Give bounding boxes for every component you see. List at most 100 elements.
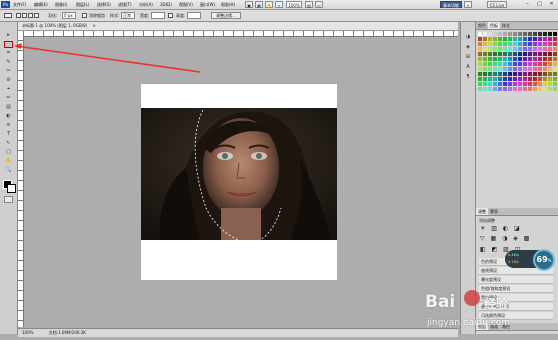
- color-swatch[interactable]: [498, 87, 502, 91]
- color-swatch[interactable]: [528, 67, 532, 71]
- tab-masks[interactable]: 蒙版: [488, 208, 500, 215]
- color-swatch[interactable]: [508, 57, 512, 61]
- color-swatch[interactable]: [493, 47, 497, 51]
- color-swatch[interactable]: [553, 67, 557, 71]
- menu-file[interactable]: 文件(F): [13, 1, 26, 8]
- color-swatch[interactable]: [488, 72, 492, 76]
- color-swatch[interactable]: [548, 77, 552, 81]
- antialias-checkbox[interactable]: [82, 13, 87, 18]
- color-swatch[interactable]: [548, 67, 552, 71]
- refine-edge-button[interactable]: 调整边缘...: [211, 12, 241, 19]
- color-swatch[interactable]: [533, 67, 537, 71]
- tool-preset-picker[interactable]: [4, 13, 12, 18]
- color-swatch[interactable]: [498, 82, 502, 86]
- menu-window[interactable]: 窗口(W): [200, 1, 215, 8]
- color-swatch[interactable]: [498, 32, 502, 36]
- color-swatch[interactable]: [483, 42, 487, 46]
- color-swatch[interactable]: [553, 87, 557, 91]
- color-swatch[interactable]: [523, 72, 527, 76]
- color-swatch[interactable]: [503, 42, 507, 46]
- menu-filter[interactable]: 滤镜(T): [118, 1, 132, 8]
- workspace-menu-icon[interactable]: »: [464, 1, 472, 8]
- color-swatch[interactable]: [498, 62, 502, 66]
- color-swatch[interactable]: [508, 67, 512, 71]
- color-swatch[interactable]: [478, 82, 482, 86]
- color-swatch[interactable]: [488, 82, 492, 86]
- color-swatch[interactable]: [548, 87, 552, 91]
- color-swatch[interactable]: [553, 32, 557, 36]
- color-swatch[interactable]: [548, 32, 552, 36]
- height-input[interactable]: [187, 12, 201, 19]
- clone-stamp-tool-icon[interactable]: ▤: [4, 104, 13, 111]
- path-selection-tool-icon[interactable]: ↖: [4, 140, 13, 147]
- color-swatch[interactable]: [508, 32, 512, 36]
- zoom-level-select[interactable]: 100%: [286, 1, 302, 8]
- hand-tool-icon[interactable]: ✋: [265, 1, 273, 8]
- color-swatch[interactable]: [543, 87, 547, 91]
- color-swatch[interactable]: [538, 52, 542, 56]
- healing-brush-tool-icon[interactable]: ⌖: [4, 86, 13, 93]
- color-swatch[interactable]: [478, 52, 482, 56]
- color-swatch[interactable]: [543, 62, 547, 66]
- color-swatch[interactable]: [543, 67, 547, 71]
- color-swatch[interactable]: [528, 47, 532, 51]
- color-swatch[interactable]: [528, 72, 532, 76]
- tab-styles[interactable]: 样式: [500, 22, 512, 29]
- color-swatch[interactable]: [483, 52, 487, 56]
- color-swatch[interactable]: [488, 77, 492, 81]
- color-swatch[interactable]: [493, 77, 497, 81]
- color-swatch[interactable]: [478, 47, 482, 51]
- color-swatch[interactable]: [553, 82, 557, 86]
- swatches-grid[interactable]: [476, 30, 558, 96]
- color-swatch[interactable]: [523, 42, 527, 46]
- minimize-icon[interactable]: –: [522, 0, 533, 8]
- color-swatch[interactable]: [483, 32, 487, 36]
- color-swatch[interactable]: [518, 87, 522, 91]
- color-swatch[interactable]: [548, 62, 552, 66]
- color-swatch[interactable]: [543, 52, 547, 56]
- color-swatch[interactable]: [503, 72, 507, 76]
- color-swatch[interactable]: [548, 37, 552, 41]
- color-swatch[interactable]: [488, 37, 492, 41]
- color-swatch[interactable]: [523, 87, 527, 91]
- color-swatch[interactable]: [553, 37, 557, 41]
- color-swatch[interactable]: [483, 72, 487, 76]
- color-swatch[interactable]: [493, 57, 497, 61]
- color-swatch[interactable]: [488, 87, 492, 91]
- color-swatch[interactable]: [528, 42, 532, 46]
- adjustment-icons-row-2[interactable]: ▽ ▦ ◑ ◈ ▩: [480, 235, 531, 242]
- color-swatch[interactable]: [553, 72, 557, 76]
- color-swatch[interactable]: [533, 82, 537, 86]
- lasso-tool-icon[interactable]: ⌗: [4, 50, 13, 57]
- style-select[interactable]: 正常: [121, 12, 135, 19]
- paragraph-panel-icon[interactable]: ¶: [464, 74, 472, 81]
- color-swatch[interactable]: [538, 57, 542, 61]
- color-swatch[interactable]: [503, 52, 507, 56]
- color-swatch[interactable]: [493, 72, 497, 76]
- color-swatch[interactable]: [513, 72, 517, 76]
- arrange-docs-icon[interactable]: ▤: [305, 1, 313, 8]
- color-swatch[interactable]: [553, 62, 557, 66]
- color-swatch[interactable]: [553, 57, 557, 61]
- color-swatch[interactable]: [493, 62, 497, 66]
- color-swatch[interactable]: [518, 42, 522, 46]
- color-swatch[interactable]: [523, 82, 527, 86]
- color-swatch[interactable]: [488, 52, 492, 56]
- color-swatch[interactable]: [538, 72, 542, 76]
- color-swatch[interactable]: [553, 77, 557, 81]
- color-swatch[interactable]: [493, 87, 497, 91]
- color-swatch[interactable]: [528, 77, 532, 81]
- width-input[interactable]: [151, 12, 165, 19]
- color-swatch[interactable]: [528, 62, 532, 66]
- swap-dimensions-icon[interactable]: [168, 13, 173, 18]
- color-swatch[interactable]: [518, 47, 522, 51]
- actions-panel-icon[interactable]: ◈: [464, 44, 472, 51]
- color-swatch[interactable]: [508, 77, 512, 81]
- color-swatch[interactable]: [518, 67, 522, 71]
- menu-view[interactable]: 视图(V): [179, 1, 193, 8]
- color-swatch[interactable]: [553, 42, 557, 46]
- color-swatch[interactable]: [503, 67, 507, 71]
- brush-panel-icon[interactable]: ⊞: [464, 54, 472, 61]
- color-swatch[interactable]: [493, 32, 497, 36]
- color-swatch[interactable]: [508, 37, 512, 41]
